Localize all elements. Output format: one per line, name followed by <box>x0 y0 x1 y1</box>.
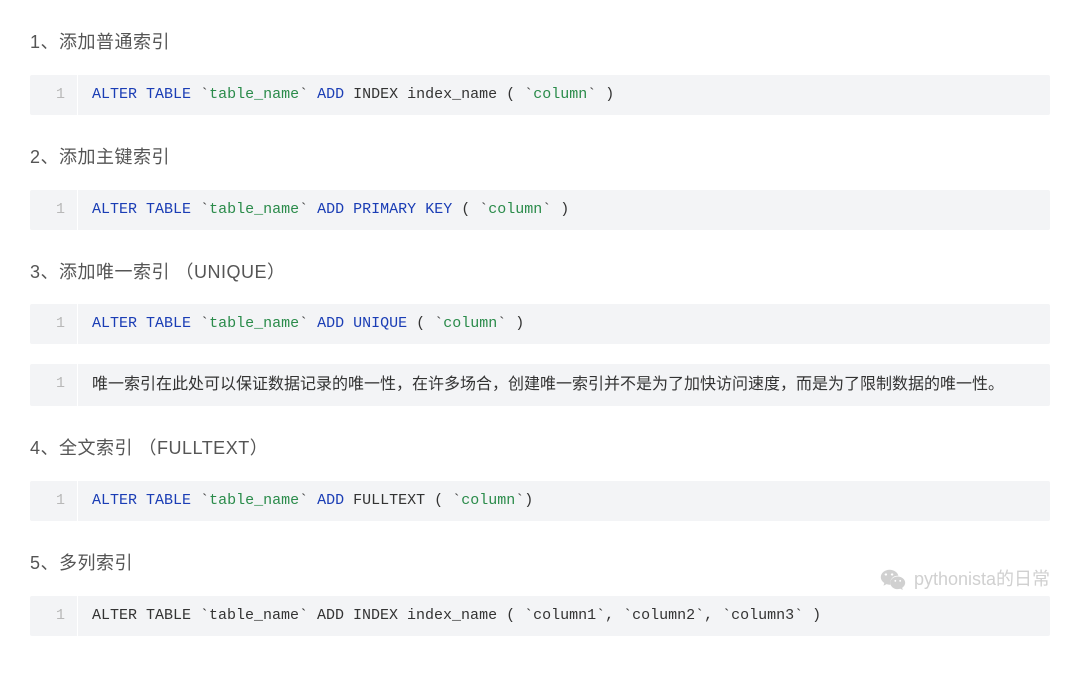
line-number: 1 <box>30 75 78 115</box>
section-heading: 4、全文索引 （FULLTEXT） <box>30 434 1050 463</box>
section-heading: 3、添加唯一索引 （UNIQUE） <box>30 258 1050 287</box>
line-number: 1 <box>30 364 78 406</box>
code-line: ALTER TABLE `table_name` ADD FULLTEXT ( … <box>78 481 547 521</box>
code-line: ALTER TABLE `table_name` ADD UNIQUE ( `c… <box>78 304 538 344</box>
code-block: 1ALTER TABLE `table_name` ADD FULLTEXT (… <box>30 481 1050 521</box>
code-line: ALTER TABLE `table_name` ADD INDEX index… <box>78 75 628 115</box>
code-block: 1ALTER TABLE `table_name` ADD INDEX inde… <box>30 75 1050 115</box>
code-line: ALTER TABLE `table_name` ADD INDEX index… <box>78 596 835 636</box>
section-heading: 2、添加主键索引 <box>30 143 1050 172</box>
section-heading: 1、添加普通索引 <box>30 28 1050 57</box>
code-line: ALTER TABLE `table_name` ADD PRIMARY KEY… <box>78 190 583 230</box>
note-block: 1唯一索引在此处可以保证数据记录的唯一性，在许多场合，创建唯一索引并不是为了加快… <box>30 364 1050 406</box>
line-number: 1 <box>30 304 78 344</box>
code-block: 1ALTER TABLE `table_name` ADD PRIMARY KE… <box>30 190 1050 230</box>
section-heading: 5、多列索引 <box>30 549 1050 578</box>
line-number: 1 <box>30 596 78 636</box>
document-body: 1、添加普通索引1ALTER TABLE `table_name` ADD IN… <box>0 28 1080 636</box>
code-block: 1ALTER TABLE `table_name` ADD UNIQUE ( `… <box>30 304 1050 344</box>
note-text: 唯一索引在此处可以保证数据记录的唯一性，在许多场合，创建唯一索引并不是为了加快访… <box>78 364 1018 406</box>
line-number: 1 <box>30 190 78 230</box>
line-number: 1 <box>30 481 78 521</box>
code-block: 1ALTER TABLE `table_name` ADD INDEX inde… <box>30 596 1050 636</box>
